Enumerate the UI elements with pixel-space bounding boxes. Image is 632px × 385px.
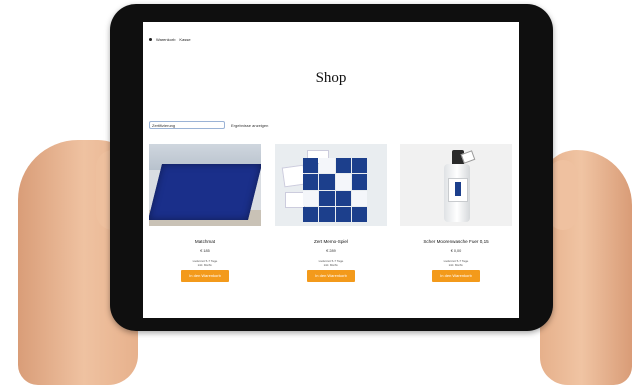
product-name[interactable]: Scher Moorenwasche Fuer 0,15 — [400, 239, 512, 244]
tablet-screen: Warenkorb Kasse Shop Zertifizierung Erge… — [143, 22, 519, 318]
search-input[interactable]: Zertifizierung — [149, 121, 225, 129]
memo-cards-image[interactable] — [275, 144, 387, 226]
page-title: Shop — [315, 70, 347, 86]
product-price: € 185 — [200, 249, 210, 253]
top-nav: Warenkorb Kasse — [149, 37, 191, 42]
product-name[interactable]: Zert Memo-Spiel — [275, 239, 387, 244]
cart-icon — [149, 38, 152, 41]
product-price: € 0,00 — [450, 249, 462, 253]
search-results-link[interactable]: Ergebnisse anzeigen — [231, 123, 268, 128]
blue-mat-image[interactable] — [149, 144, 261, 226]
add-to-cart-button[interactable]: In den Warenkorb — [181, 270, 229, 282]
nav-checkout-link[interactable]: Kasse — [179, 37, 190, 42]
spray-bottle-image[interactable] — [400, 144, 512, 226]
product-card: Matchmat € 185 Lieferzeit 5-7 Tage inkl.… — [149, 144, 261, 282]
product-info: Lieferzeit 5-7 Tage inkl. MwSt. — [149, 259, 261, 267]
product-info: Lieferzeit 5-7 Tage inkl. MwSt. — [400, 259, 512, 267]
add-to-cart-button[interactable]: In den Warenkorb — [307, 270, 355, 282]
tax-info: inkl. MwSt. — [323, 263, 339, 267]
product-info: Lieferzeit 5-7 Tage inkl. MwSt. — [275, 259, 387, 267]
tax-info: inkl. MwSt. — [448, 263, 464, 267]
tax-info: inkl. MwSt. — [197, 263, 213, 267]
add-to-cart-button[interactable]: In den Warenkorb — [432, 270, 480, 282]
product-price: € 289 — [326, 249, 336, 253]
nav-cart-link[interactable]: Warenkorb — [156, 37, 175, 42]
product-card: Zert Memo-Spiel € 289 Lieferzeit 5-7 Tag… — [275, 144, 387, 282]
product-name[interactable]: Matchmat — [149, 239, 261, 244]
product-card: Scher Moorenwasche Fuer 0,15 € 0,00 Lief… — [400, 144, 512, 282]
